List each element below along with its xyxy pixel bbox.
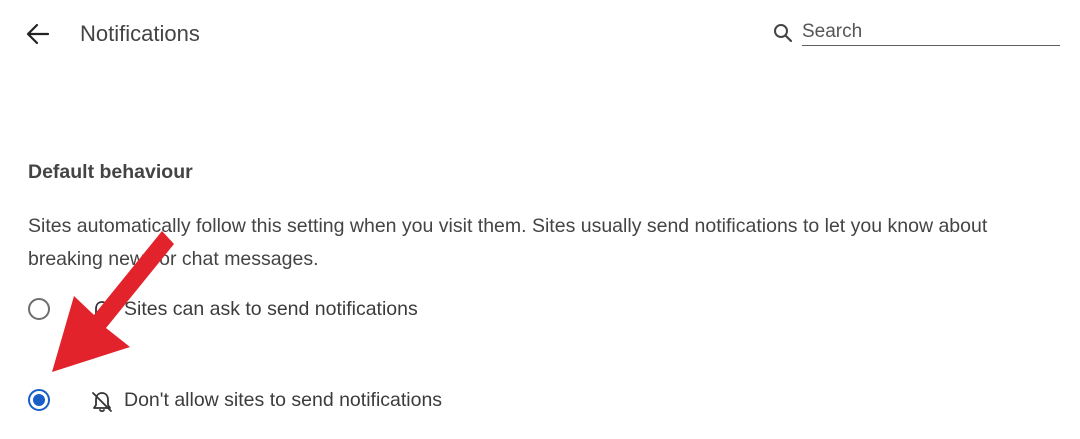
radio-dont-allow[interactable] (28, 389, 50, 411)
section-heading: Default behaviour (28, 161, 193, 183)
section-description: Sites automatically follow this setting … (28, 215, 988, 270)
option-label: Sites can ask to send notifications (124, 298, 418, 320)
search-box[interactable] (770, 16, 1060, 46)
radio-selected-dot (33, 394, 45, 406)
option-dont-allow[interactable]: Don't allow sites to send notifications (26, 386, 586, 418)
back-arrow-icon (26, 23, 50, 45)
bell-icon (93, 301, 111, 322)
bell-off-icon (92, 392, 112, 413)
option-label: Don't allow sites to send notifications (124, 389, 443, 411)
top-bar: Notifications (0, 0, 1080, 72)
option-sites-can-ask[interactable]: Sites can ask to send notifications (26, 295, 586, 327)
radio-sites-can-ask[interactable] (28, 298, 50, 320)
search-input[interactable] (802, 18, 1060, 46)
search-icon (774, 24, 793, 43)
page-title: Notifications (80, 21, 200, 46)
back-button[interactable] (22, 18, 54, 50)
